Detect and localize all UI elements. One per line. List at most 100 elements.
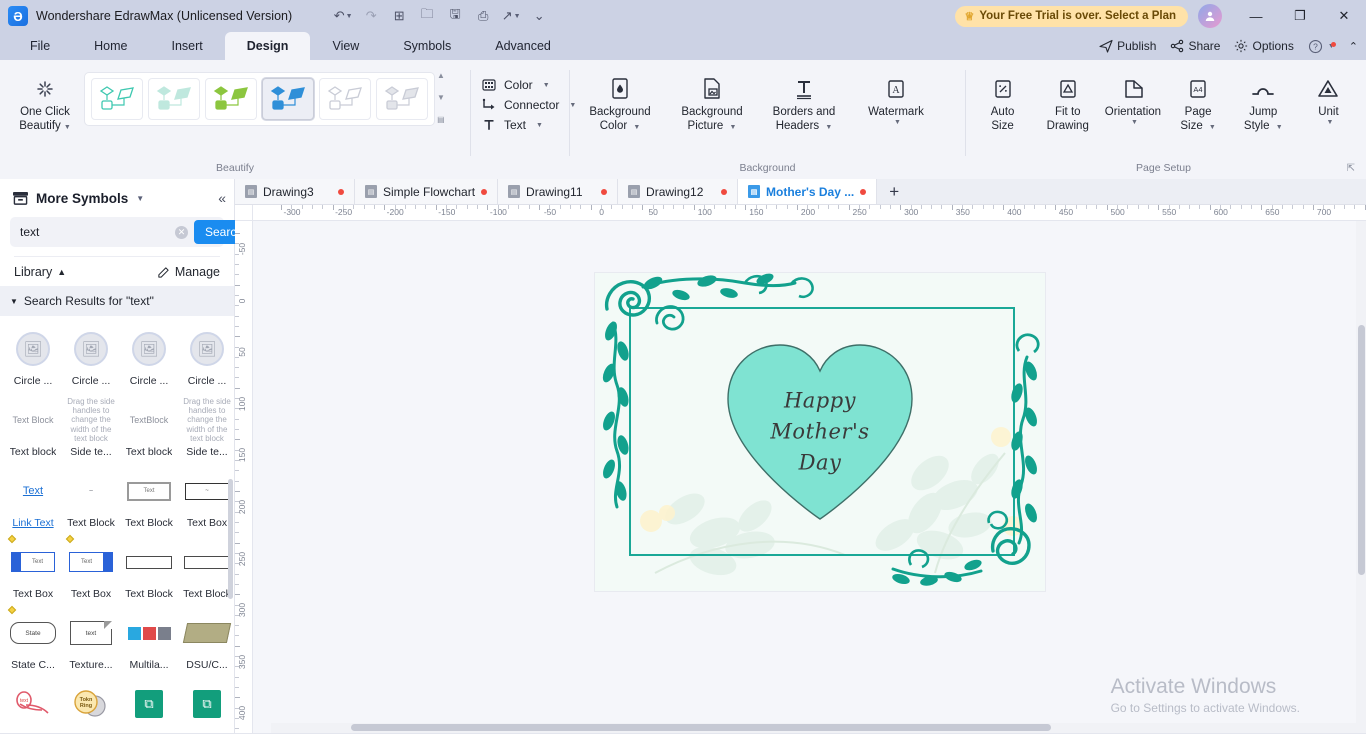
- symbol-item[interactable]: ⧉: [120, 677, 178, 733]
- canvas-vertical-scrollbar[interactable]: [1356, 221, 1366, 733]
- symbol-item[interactable]: Tokn Ring: [62, 677, 120, 733]
- symbol-item[interactable]: 🖼 Circle ...: [4, 322, 62, 393]
- connector-button[interactable]: Connector ▼: [481, 98, 576, 112]
- page-size-button[interactable]: A4 Page Size ▼: [1166, 68, 1231, 133]
- symbol-item[interactable]: Text Text Box: [62, 534, 120, 606]
- symbol-search-bar[interactable]: ✕ Search: [10, 217, 255, 247]
- text-button[interactable]: Text ▼: [481, 118, 576, 132]
- save-button[interactable]: 🖫: [442, 4, 468, 28]
- symbol-item[interactable]: text: [4, 677, 62, 733]
- symbols-panel-scrollbar[interactable]: [228, 479, 233, 599]
- symbol-item[interactable]: Multila...: [120, 606, 178, 677]
- avatar[interactable]: [1198, 4, 1222, 28]
- gallery-expand-icon[interactable]: ▤: [437, 116, 445, 124]
- export-button[interactable]: ↗ ▼: [498, 4, 524, 28]
- undo-button[interactable]: ↶ ▼: [330, 4, 356, 28]
- symbol-item[interactable]: Text Text Box: [4, 534, 62, 606]
- gallery-style-soft-mint[interactable]: [148, 78, 200, 120]
- help-button[interactable]: ? ▼: [1308, 39, 1336, 54]
- ruler-minor-tick: [600, 205, 602, 209]
- borders-headers-button[interactable]: Borders and Headers ▼: [758, 68, 850, 133]
- jump-style-button[interactable]: Jump Style ▼: [1231, 68, 1296, 133]
- canvas-vertical-scrollbar-thumb[interactable]: [1358, 325, 1365, 575]
- minimize-button[interactable]: —: [1234, 0, 1278, 32]
- symbol-item[interactable]: DSU/C...: [178, 606, 234, 677]
- collapse-ribbon-button[interactable]: ⌃: [1349, 40, 1358, 53]
- orientation-button[interactable]: Orientation ▼: [1100, 68, 1165, 128]
- watermark-button[interactable]: A Watermark ▼: [850, 68, 942, 128]
- gallery-style-gray-fill[interactable]: [376, 78, 428, 120]
- menu-item-design[interactable]: Design: [224, 32, 311, 60]
- document-tab[interactable]: ▤ Drawing3: [235, 179, 355, 204]
- symbol-item[interactable]: text Texture...: [62, 606, 120, 677]
- fit-to-drawing-button[interactable]: Fit to Drawing: [1035, 68, 1100, 133]
- close-button[interactable]: ✕: [1322, 0, 1366, 32]
- menu-item-file[interactable]: File: [8, 32, 72, 60]
- canvas-horizontal-scrollbar[interactable]: [271, 723, 1356, 733]
- search-input[interactable]: [20, 225, 175, 239]
- share-button[interactable]: Share: [1170, 39, 1220, 53]
- menu-item-symbols[interactable]: Symbols: [381, 32, 473, 60]
- collapse-panel-button[interactable]: «: [218, 190, 226, 206]
- page-setup-dialog-launcher[interactable]: ⇱: [1347, 163, 1355, 174]
- one-click-beautify-button[interactable]: One Click Beautify ▼: [6, 68, 84, 133]
- symbol-item[interactable]: 🖼 Circle ...: [178, 322, 234, 393]
- menu-item-view[interactable]: View: [310, 32, 381, 60]
- symbol-item[interactable]: Text Link Text: [4, 464, 62, 535]
- symbol-item[interactable]: ~ Text Box: [178, 464, 234, 535]
- maximize-button[interactable]: ❐: [1278, 0, 1322, 32]
- symbol-item[interactable]: TextBlock Text block: [120, 393, 178, 464]
- new-tab-button[interactable]: +: [877, 179, 911, 204]
- redo-button[interactable]: ↷: [358, 4, 384, 28]
- ruler-minor-tick: [235, 687, 239, 688]
- color-button[interactable]: Color ▼: [481, 78, 576, 92]
- symbol-item[interactable]: 🖼 Circle ...: [62, 322, 120, 393]
- document-tab[interactable]: ▤ Mother's Day ...: [738, 179, 878, 204]
- symbol-item[interactable]: Text Block: [178, 535, 234, 606]
- gallery-scroll-up-icon[interactable]: ▲: [437, 72, 445, 80]
- greeting-card-shape[interactable]: Happy Mother's Day: [595, 273, 1045, 591]
- chevron-down-icon[interactable]: ▼: [136, 194, 144, 203]
- gallery-scroll-controls[interactable]: ▲ ▼ ▤: [437, 72, 445, 124]
- symbol-item[interactable]: Text Block Text block: [4, 393, 62, 464]
- heart-shape[interactable]: Happy Mother's Day: [720, 337, 920, 527]
- menu-item-advanced[interactable]: Advanced: [473, 32, 573, 60]
- gallery-style-outline-teal[interactable]: [91, 78, 143, 120]
- menu-item-home[interactable]: Home: [72, 32, 149, 60]
- background-picture-button[interactable]: Background Picture ▼: [666, 68, 758, 133]
- search-results-header[interactable]: ▼ Search Results for "text": [0, 286, 234, 316]
- open-button[interactable]: 🗀: [414, 4, 440, 28]
- document-tab[interactable]: ▤ Simple Flowchart: [355, 179, 499, 204]
- gallery-style-outline-gray[interactable]: [319, 78, 371, 120]
- document-tab[interactable]: ▤ Drawing11: [498, 179, 619, 204]
- symbol-item[interactable]: State State C...: [4, 605, 62, 677]
- symbol-item[interactable]: Text Text Block: [120, 464, 178, 535]
- document-tab[interactable]: ▤ Drawing12: [618, 179, 739, 204]
- canvas-horizontal-scrollbar-thumb[interactable]: [351, 724, 1051, 731]
- background-color-button[interactable]: Background Color ▼: [574, 68, 666, 133]
- library-label[interactable]: Library: [14, 265, 52, 279]
- publish-button[interactable]: Publish: [1099, 39, 1156, 53]
- symbol-item[interactable]: 🖼 Circle ...: [120, 322, 178, 393]
- manage-button[interactable]: Manage: [157, 265, 220, 279]
- symbol-item[interactable]: Drag the side handles to change the width o…: [62, 393, 120, 464]
- beautify-style-gallery[interactable]: [84, 72, 435, 126]
- auto-size-button[interactable]: Auto Size: [970, 68, 1035, 133]
- symbol-item[interactable]: ~ Text Block: [62, 464, 120, 535]
- unit-button[interactable]: Unit ▼: [1296, 68, 1361, 128]
- menu-item-insert[interactable]: Insert: [150, 32, 225, 60]
- gallery-style-blue[interactable]: [262, 78, 314, 120]
- trial-banner-button[interactable]: ♕ Your Free Trial is over. Select a Plan: [955, 5, 1188, 27]
- canvas-scroll-stage[interactable]: Happy Mother's Day Activate Windows Go t…: [253, 221, 1366, 733]
- symbol-item[interactable]: ⧉: [178, 677, 234, 733]
- print-button[interactable]: ⎙: [470, 4, 496, 28]
- symbol-item[interactable]: Text Block: [120, 535, 178, 606]
- new-button[interactable]: ⊞: [386, 4, 412, 28]
- library-collapse-icon[interactable]: ▲: [57, 267, 66, 277]
- clear-icon[interactable]: ✕: [175, 225, 188, 239]
- gallery-style-green[interactable]: [205, 78, 257, 120]
- options-button[interactable]: Options: [1234, 39, 1294, 53]
- gallery-scroll-down-icon[interactable]: ▼: [437, 94, 445, 102]
- customize-toolbar-button[interactable]: ⌄: [526, 4, 552, 28]
- symbol-item[interactable]: Drag the side handles to change the width o…: [178, 393, 234, 464]
